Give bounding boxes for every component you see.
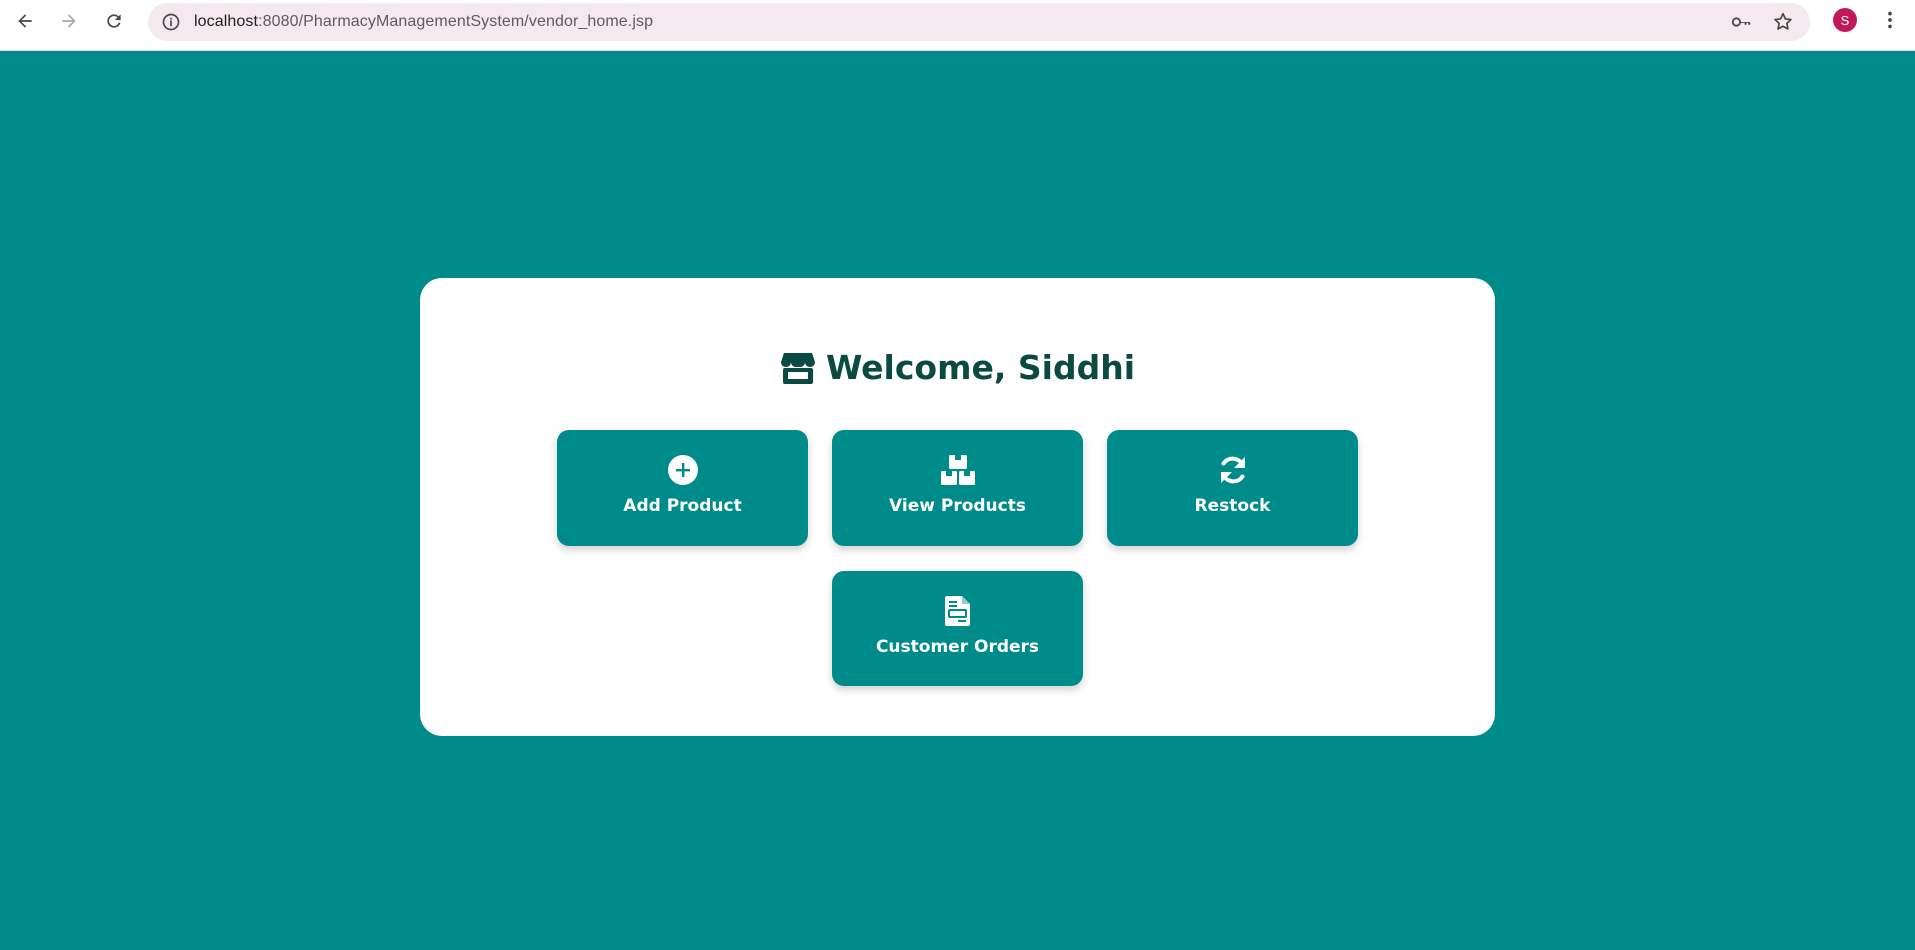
reload-button[interactable]: [99, 6, 129, 36]
invoice-icon: [944, 595, 971, 627]
url-path: :8080/PharmacyManagementSystem/vendor_ho…: [258, 13, 654, 30]
restock-button[interactable]: Restock: [1107, 430, 1358, 546]
address-bar[interactable]: localhost:8080/PharmacyManagementSystem/…: [148, 3, 1810, 41]
url-host: localhost: [194, 13, 259, 30]
customer-orders-button[interactable]: Customer Orders: [832, 571, 1083, 686]
url-text[interactable]: localhost:8080/PharmacyManagementSystem/…: [194, 13, 653, 31]
bookmark-star-icon[interactable]: [1772, 11, 1794, 33]
site-info-icon[interactable]: [159, 10, 183, 34]
customer-orders-label: Customer Orders: [875, 637, 1040, 657]
welcome-heading: Welcome, Siddhi: [825, 348, 1136, 387]
back-button[interactable]: [10, 6, 40, 36]
plus-circle-icon: [667, 454, 699, 486]
key-icon[interactable]: [1730, 11, 1752, 33]
store-icon: [780, 352, 815, 384]
add-product-button[interactable]: Add Product: [557, 430, 808, 546]
restock-label: Restock: [1194, 496, 1271, 516]
forward-button[interactable]: [54, 6, 84, 36]
profile-avatar[interactable]: S: [1833, 8, 1857, 32]
boxes-icon: [940, 454, 976, 486]
add-product-label: Add Product: [623, 496, 742, 516]
more-menu-icon[interactable]: [1878, 8, 1902, 32]
view-products-button[interactable]: View Products: [832, 430, 1083, 546]
refresh-icon: [1217, 454, 1249, 486]
arrow-right-icon: [62, 14, 76, 28]
view-products-label: View Products: [889, 496, 1026, 516]
arrow-left-icon: [18, 14, 32, 28]
browser-toolbar: localhost:8080/PharmacyManagementSystem/…: [0, 0, 1915, 51]
reload-icon: [107, 14, 121, 28]
page-title: Welcome, Siddhi: [0, 348, 1915, 387]
